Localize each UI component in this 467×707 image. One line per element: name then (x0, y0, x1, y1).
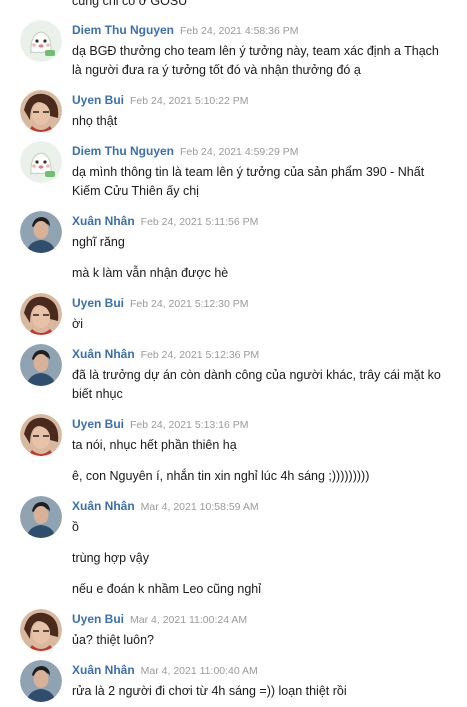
message-header: Uyen Bui Feb 24, 2021 5:13:16 PM (72, 417, 249, 431)
message-text: trùng hợp vậy (72, 551, 149, 565)
woman-avatar (20, 609, 62, 651)
author-name[interactable]: Uyen Bui (72, 612, 124, 626)
timestamp: Feb 24, 2021 5:12:30 PM (130, 298, 249, 310)
message-header: Xuân Nhân Feb 24, 2021 5:12:36 PM (72, 347, 259, 361)
message-text: ê, con Nguyên í, nhắn tin xin nghỉ lúc 4… (72, 469, 370, 483)
timestamp: Feb 24, 2021 5:12:36 PM (140, 349, 260, 361)
message-text: rửa là 2 người đi chơi từ 4h sáng =)) lo… (72, 684, 347, 698)
timestamp: Feb 24, 2021 4:58:36 PM (180, 25, 299, 37)
message-header: Diem Thu Nguyen Feb 24, 2021 4:58:36 PM (72, 23, 299, 37)
ghost-avatar (20, 141, 62, 183)
avatar[interactable] (20, 141, 62, 183)
author-name[interactable]: Xuân Nhân (72, 347, 135, 361)
author-name[interactable]: Diem Thu Nguyen (72, 23, 174, 37)
avatar[interactable] (20, 344, 62, 386)
author-name[interactable]: Uyen Bui (72, 296, 124, 310)
man-avatar (20, 344, 62, 386)
message-header: Diem Thu Nguyen Feb 24, 2021 4:59:29 PM (72, 144, 299, 158)
message-text: ta nói, nhục hết phần thiên hạ (72, 438, 237, 452)
timestamp: Mar 4, 2021 10:58:59 AM (140, 501, 259, 513)
message-text: nghĩ răng (72, 235, 125, 249)
avatar[interactable] (20, 609, 62, 651)
avatar[interactable] (20, 20, 62, 62)
woman-avatar (20, 90, 62, 132)
woman-avatar (20, 414, 62, 456)
woman-avatar (20, 293, 62, 335)
timestamp: Feb 24, 2021 5:13:16 PM (130, 419, 249, 431)
man-avatar (20, 496, 62, 538)
author-name[interactable]: Xuân Nhân (72, 663, 135, 677)
message-header: Xuân Nhân Mar 4, 2021 10:58:59 AM (72, 499, 259, 513)
message-text: nếu e đoán k nhầm Leo cũng nghỉ (72, 582, 262, 596)
message-text: biết nhục (72, 387, 123, 401)
message-text: dạ mình thông tin là team lên ý tưởng củ… (72, 165, 425, 179)
author-name[interactable]: Diem Thu Nguyen (72, 144, 174, 158)
message-header: Xuân Nhân Mar 4, 2021 11:00:40 AM (72, 663, 258, 677)
avatar[interactable] (20, 414, 62, 456)
timestamp: Mar 4, 2021 11:00:24 AM (130, 614, 248, 626)
message-text: mà k làm vẫn nhận được hè (72, 266, 229, 280)
message-text: ời (72, 317, 83, 331)
avatar[interactable] (20, 496, 62, 538)
previous-message-fragment: cũng chỉ có ở GOSU (72, 0, 188, 8)
message-text: dạ BGĐ thưởng cho team lên ý tưởng này, … (72, 44, 439, 58)
timestamp: Feb 24, 2021 4:59:29 PM (180, 146, 299, 158)
message-text: Kiếm Cửu Thiên ấy chị (72, 184, 199, 198)
message-text: là người đưa ra ý tưởng tốt đó và nhận t… (72, 63, 361, 77)
avatar[interactable] (20, 293, 62, 335)
timestamp: Mar 4, 2021 11:00:40 AM (140, 665, 258, 677)
timestamp: Feb 24, 2021 5:10:22 PM (130, 95, 249, 107)
ghost-avatar (20, 20, 62, 62)
message-header: Uyen Bui Feb 24, 2021 5:12:30 PM (72, 296, 249, 310)
author-name[interactable]: Uyen Bui (72, 417, 124, 431)
avatar[interactable] (20, 90, 62, 132)
author-name[interactable]: Xuân Nhân (72, 499, 135, 513)
man-avatar (20, 660, 62, 702)
message-header: Xuân Nhân Feb 24, 2021 5:11:56 PM (72, 214, 258, 228)
author-name[interactable]: Uyen Bui (72, 93, 124, 107)
avatar[interactable] (20, 660, 62, 702)
author-name[interactable]: Xuân Nhân (72, 214, 135, 228)
message-text: ồ (72, 520, 79, 534)
message-text: nhọ thật (72, 114, 118, 128)
message-header: Uyen Bui Feb 24, 2021 5:10:22 PM (72, 93, 249, 107)
message-text: đã là trưởng dự án còn dành công của ngư… (72, 368, 441, 382)
man-avatar (20, 211, 62, 253)
avatar[interactable] (20, 211, 62, 253)
timestamp: Feb 24, 2021 5:11:56 PM (140, 216, 259, 228)
message-text: ủa? thiệt luôn? (72, 633, 155, 647)
message-header: Uyen Bui Mar 4, 2021 11:00:24 AM (72, 612, 247, 626)
